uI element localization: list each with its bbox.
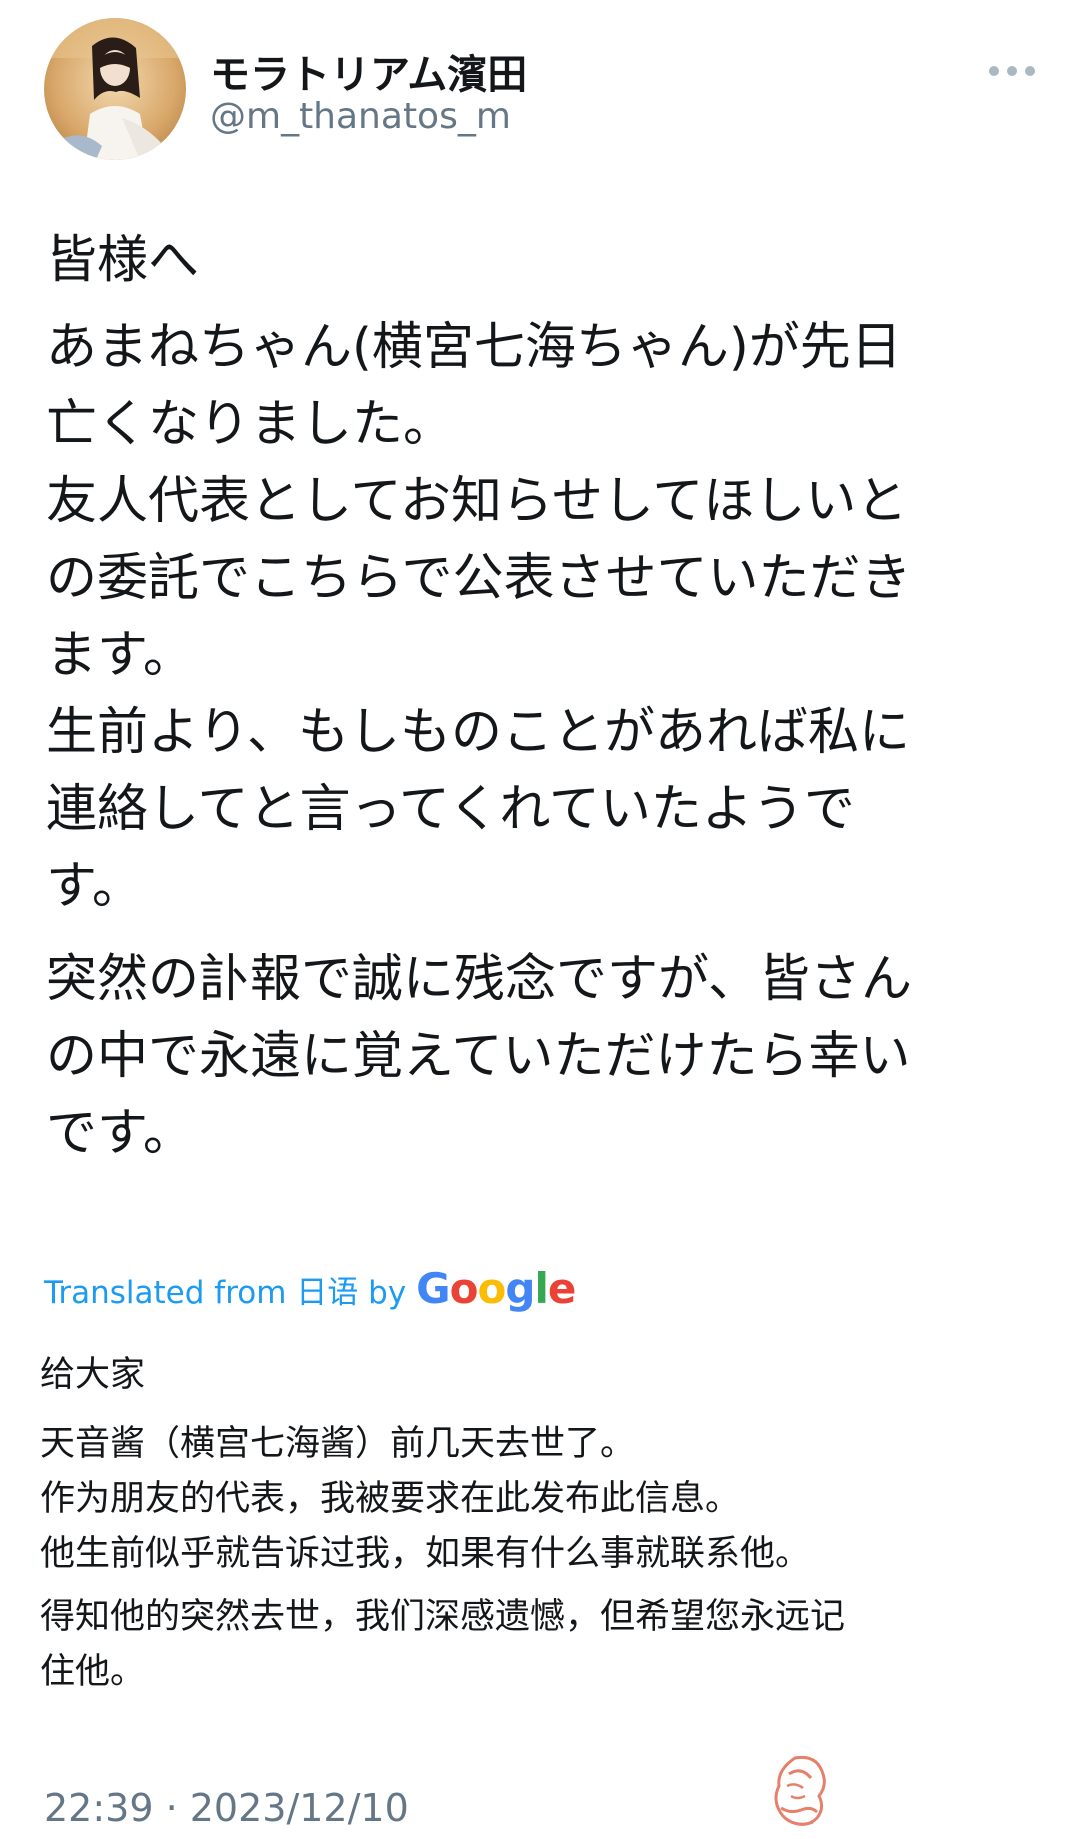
google-letter: o (477, 1264, 507, 1313)
avatar[interactable] (44, 18, 186, 160)
woman-silhouette-watermark-icon (765, 1752, 833, 1832)
tweet-text-translated: 给大家 天音酱（横宫七海酱）前几天去世了。 作为朋友的代表，我被要求在此发布此信… (40, 1348, 1050, 1700)
original-paragraph: 突然の訃報で誠に残念ですが、皆さん の中で永遠に覚えていただけたら幸い です。 (46, 941, 1056, 1172)
original-line: 突然の訃報で誠に残念ですが、皆さん (46, 950, 912, 1009)
original-line: す。 (46, 857, 143, 916)
google-letter: g (505, 1264, 535, 1313)
tweet-text-original: 皆様へ あまねちゃん(横宮七海ちゃん)が先日 亡くなりました。 友人代表としてお… (46, 222, 1056, 1172)
translation-label: Translated from 日语 by (44, 1275, 407, 1311)
tweet: モラトリアム濱田 @m_thanatos_m 皆様へ あまねちゃん(横宮七海ちゃ… (0, 0, 1080, 1839)
original-line: ます。 (46, 626, 194, 685)
original-line: の中で永遠に覚えていただけたら幸い (46, 1027, 911, 1086)
original-line: です。 (46, 1104, 194, 1163)
translated-line: 作为朋友的代表，我被要求在此发布此信息。 (40, 1479, 741, 1519)
more-horizontal-icon[interactable] (986, 56, 1038, 86)
translated-line: 他生前似乎就告诉过我，如果有什么事就联系他。 (40, 1534, 811, 1574)
original-line: 生前より、もしものことがあれば私に (46, 703, 910, 762)
original-line: の委託でこちらで公表させていただき (46, 549, 912, 608)
original-line: 亡くなりました。 (46, 395, 455, 454)
translated-line: 给大家 (40, 1355, 146, 1395)
translated-line: 住他。 (40, 1652, 146, 1692)
original-line: 連絡してと言ってくれていたようで (46, 780, 855, 839)
tweet-header: モラトリアム濱田 @m_thanatos_m (44, 18, 1044, 163)
google-logo: Google (416, 1264, 576, 1313)
translated-by-google-link[interactable]: Translated from 日语 by Google (44, 1264, 576, 1313)
translated-paragraph: 得知他的突然去世，我们深感遗憾，但希望您永远记 住他。 (40, 1590, 1050, 1700)
avatar-photo-icon (44, 18, 186, 160)
original-line: 友人代表としてお知らせしてほしいと (46, 472, 908, 531)
original-paragraph: あまねちゃん(横宮七海ちゃん)が先日 亡くなりました。 友人代表としてお知らせし… (46, 309, 1056, 925)
original-paragraph: 皆様へ (46, 222, 1056, 299)
tweet-timestamp[interactable]: 22:39 · 2023/12/10 (44, 1786, 409, 1830)
translated-line: 得知他的突然去世，我们深感遗憾，但希望您永远记 (40, 1597, 846, 1637)
google-letter: e (547, 1264, 576, 1313)
google-letter: l (534, 1264, 548, 1313)
google-letter: G (416, 1264, 450, 1313)
translated-paragraph: 天音酱（横宫七海酱）前几天去世了。 作为朋友的代表，我被要求在此发布此信息。 他… (40, 1417, 1050, 1582)
display-name[interactable]: モラトリアム濱田 (210, 42, 527, 100)
original-line: 皆様へ (46, 231, 200, 290)
translated-line: 天音酱（横宫七海酱）前几天去世了。 (40, 1424, 636, 1464)
translated-paragraph: 给大家 (40, 1348, 1050, 1403)
original-line: あまねちゃん(横宮七海ちゃん)が先日 (46, 318, 902, 377)
user-handle[interactable]: @m_thanatos_m (210, 96, 511, 137)
google-letter: o (449, 1264, 479, 1313)
